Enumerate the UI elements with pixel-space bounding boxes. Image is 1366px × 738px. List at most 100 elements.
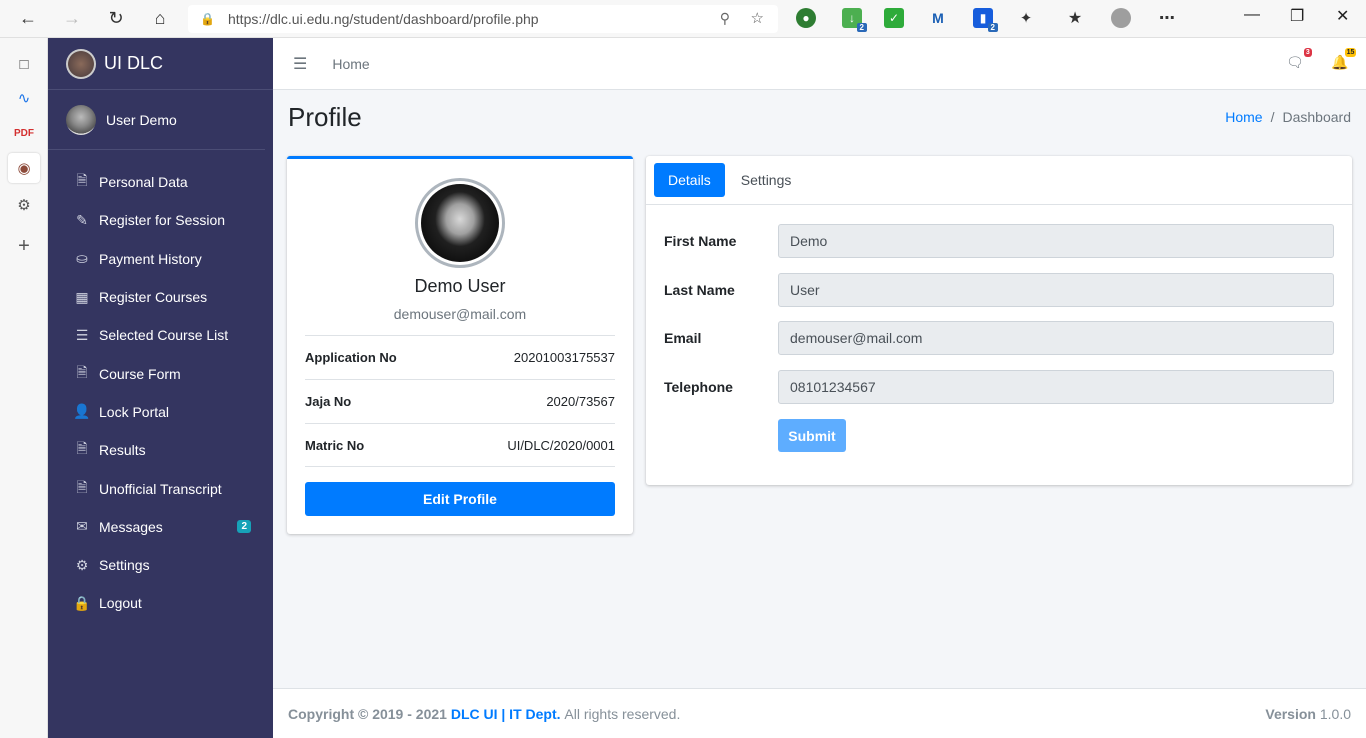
file-icon: 🗎 (76, 172, 88, 189)
extension-check-icon[interactable]: ✓ (884, 8, 904, 28)
list-item: Matric No UI/DLC/2020/0001 (305, 423, 615, 467)
lock-icon: 🔒 (73, 594, 91, 611)
file-pdf-icon: 🗎 (76, 363, 88, 380)
breadcrumb-home-link[interactable]: Home (1225, 109, 1262, 125)
details-card: Details Settings First Name Last Name Em… (646, 156, 1352, 485)
back-arrow-icon[interactable]: ← (14, 5, 42, 33)
sidebar-item-logout[interactable]: 🔒 Logout (48, 584, 273, 622)
nav-home-link[interactable]: Home (332, 56, 369, 72)
extension-globe-icon[interactable]: ● (796, 8, 816, 28)
tab-pdf-icon[interactable]: PDF (13, 122, 35, 144)
sidebar-item-label: Payment History (99, 250, 202, 267)
info-value: 2020/73567 (546, 394, 615, 409)
info-label: Application No (305, 350, 397, 365)
notifications-bell-icon[interactable]: 🔔 15 (1331, 48, 1357, 71)
footer-org-link[interactable]: DLC UI | IT Dept. (451, 706, 561, 722)
telephone-label: Telephone (664, 379, 733, 395)
form-row-first-name: First Name (664, 224, 1334, 258)
form-row-telephone: Telephone (664, 370, 1334, 404)
sidebar-item-lock-portal[interactable]: 👤 Lock Portal (48, 393, 273, 431)
gear-icon: ⚙ (75, 556, 89, 573)
sidebar-item-label: Register Courses (99, 289, 208, 306)
more-icon[interactable]: ⋯ (1157, 8, 1177, 28)
sidebar-item-results[interactable]: 🗎 Results (48, 431, 273, 469)
tab-active-site-icon[interactable]: ◉ (8, 153, 40, 183)
sidebar-item-label: Messages (99, 518, 163, 535)
form-row-last-name: Last Name (664, 273, 1334, 307)
sidebar-item-register-session[interactable]: ✎ Register for Session (48, 201, 273, 239)
sidebar-item-payment-history[interactable]: ⛀ Payment History (48, 240, 273, 278)
profile-info-list: Application No 20201003175537 Jaja No 2020… (305, 335, 615, 467)
version-number: 1.0.0 (1319, 705, 1351, 722)
new-tab-icon[interactable]: + (13, 235, 35, 257)
tabs-header: Details Settings (646, 156, 1352, 205)
tab-actions-icon[interactable]: □ (13, 53, 35, 75)
sidebar-item-label: Results (99, 442, 146, 459)
footer-rights: All rights reserved. (564, 705, 681, 722)
sidebar-item-register-courses[interactable]: ▦ Register Courses (48, 278, 273, 316)
submit-button[interactable]: Submit (778, 419, 846, 452)
hamburger-menu-icon[interactable]: ☰ (293, 54, 307, 74)
user-lock-icon: 👤 (73, 403, 91, 420)
version-label: Version (1265, 705, 1316, 722)
sidebar-item-label: Personal Data (99, 174, 188, 191)
minimize-icon[interactable]: — (1244, 6, 1260, 24)
tab-sync-icon[interactable]: ∿ (13, 87, 35, 109)
list-icon: ☰ (75, 326, 89, 343)
sidebar-item-label: Selected Course List (99, 327, 229, 344)
sidebar-item-selected-course-list[interactable]: ☰ Selected Course List (48, 316, 273, 354)
lock-icon: 🔒 (200, 12, 215, 26)
brand-link[interactable]: UI DLC (48, 38, 273, 90)
first-name-field[interactable] (778, 224, 1334, 258)
sidebar-item-personal-data[interactable]: 🗎 Personal Data (48, 163, 273, 201)
brand-logo (66, 48, 96, 79)
zoom-icon[interactable]: ⚲ (720, 10, 730, 27)
breadcrumb-current: Dashboard (1282, 109, 1352, 125)
restore-icon[interactable]: ❐ (1290, 6, 1304, 26)
sidebar-item-label: Settings (99, 557, 150, 574)
add-favorite-icon[interactable]: ☆ (751, 9, 764, 27)
forward-arrow-icon[interactable]: → (58, 5, 86, 33)
extension-download-icon[interactable]: ↓ 2 (842, 8, 867, 32)
file-icon: 🗎 (76, 440, 88, 457)
sidebar-item-course-form[interactable]: 🗎 Course Form (48, 354, 273, 392)
profile-picture (415, 178, 505, 268)
home-icon[interactable]: ⌂ (146, 5, 174, 33)
user-panel[interactable]: User Demo (48, 90, 265, 150)
favorites-icon[interactable]: ★ (1065, 8, 1085, 28)
edit-profile-button[interactable]: Edit Profile (305, 482, 615, 516)
browser-tab-strip: □ ∿ PDF ◉ ⚙ + (0, 38, 48, 738)
messages-icon[interactable]: 🗨 3 (1286, 48, 1312, 71)
tab-settings[interactable]: Settings (727, 163, 806, 197)
info-label: Jaja No (305, 394, 352, 409)
sidebar-item-messages[interactable]: ✉ Messages 2 (48, 508, 273, 546)
sidebar-item-settings[interactable]: ⚙ Settings (48, 546, 273, 584)
telephone-field[interactable] (778, 370, 1334, 404)
info-value: UI/DLC/2020/0001 (507, 437, 615, 453)
profile-email: demouser@mail.com (393, 306, 527, 322)
extension-bitwarden-icon[interactable]: ▮ 2 (973, 8, 998, 32)
extension-m-icon[interactable]: M (928, 8, 948, 28)
sidebar-item-label: Logout (99, 595, 142, 612)
address-bar[interactable]: 🔒 https://dlc.ui.edu.ng/student/dashboar… (188, 5, 778, 33)
sidebar-item-label: Register for Session (99, 212, 226, 229)
refresh-icon[interactable]: ↻ (102, 5, 130, 33)
footer-version: Version 1.0.0 (1265, 706, 1351, 722)
close-icon[interactable]: ✕ (1336, 6, 1349, 26)
last-name-field[interactable] (778, 273, 1334, 307)
top-navbar: ☰ Home 🗨 3 🔔 15 (273, 38, 1366, 90)
extension-badge: 2 (987, 23, 998, 32)
extensions-puzzle-icon[interactable]: ✦ (1016, 8, 1036, 28)
browser-toolbar: ← → ↻ ⌂ 🔒 https://dlc.ui.edu.ng/student/… (0, 0, 1366, 38)
profile-avatar-icon[interactable] (1111, 8, 1131, 28)
tab-settings-icon[interactable]: ⚙ (13, 194, 35, 216)
brand-text: UI DLC (104, 53, 164, 73)
edit-icon: ✎ (76, 211, 88, 228)
email-field[interactable] (778, 321, 1334, 355)
extension-badge: 2 (856, 23, 867, 32)
file-pdf-icon: 🗎 (76, 478, 88, 495)
tab-details[interactable]: Details (654, 163, 725, 197)
envelope-icon: ✉ (76, 518, 88, 535)
sidebar-item-label: Unofficial Transcript (99, 480, 222, 497)
sidebar-item-unofficial-transcript[interactable]: 🗎 Unofficial Transcript (48, 469, 273, 507)
